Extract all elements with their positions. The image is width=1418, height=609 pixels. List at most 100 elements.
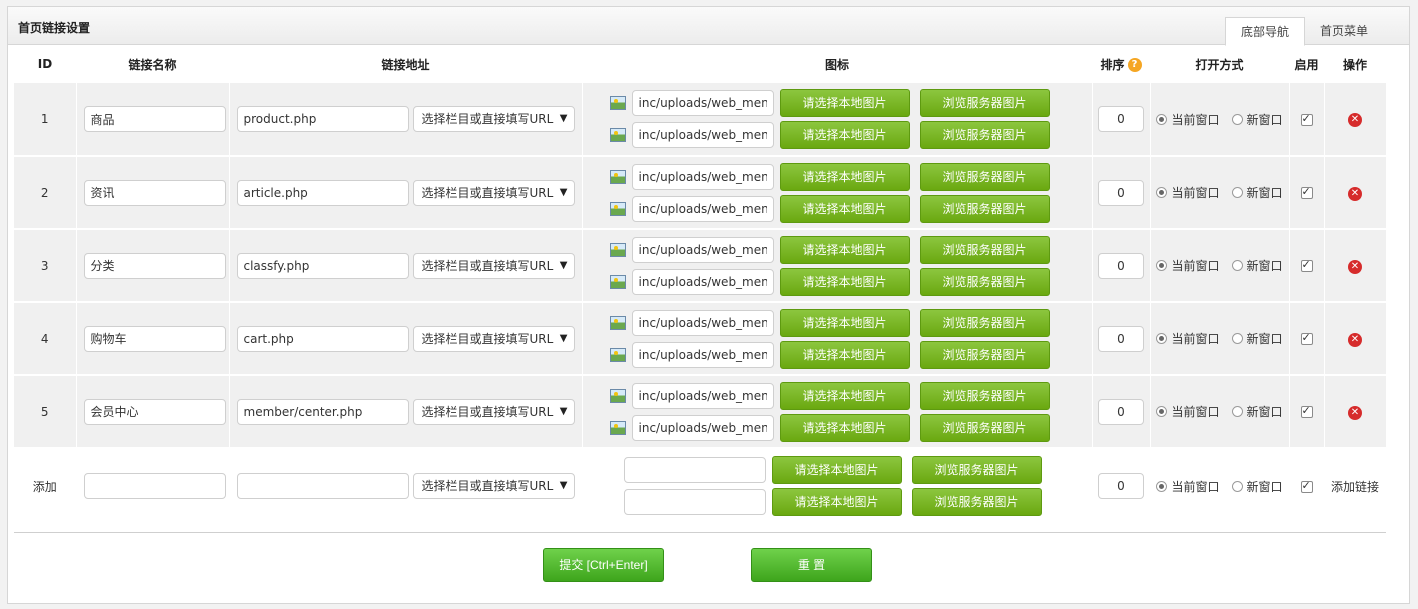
local-image-button[interactable]: 请选择本地图片 (779, 267, 910, 296)
sort-input[interactable] (1098, 252, 1144, 279)
delete-icon[interactable]: ✕ (1348, 405, 1362, 420)
new-url-select[interactable]: 选择栏目或直接填写URL ▼ (412, 473, 575, 499)
url-select[interactable]: 选择栏目或直接填写URL ▼ (412, 252, 575, 279)
chevron-down-icon: ▼ (559, 480, 568, 491)
enabled-checkbox[interactable] (1300, 258, 1313, 272)
server-image-button[interactable]: 浏览服务器图片 (919, 162, 1050, 191)
new-icon1-local-button[interactable]: 请选择本地图片 (771, 456, 902, 484)
new-window-radio[interactable] (1231, 113, 1243, 125)
new-window-radio[interactable] (1231, 333, 1243, 344)
icon-path-input[interactable] (631, 268, 774, 295)
icon-path-input[interactable] (631, 414, 774, 441)
enabled-checkbox[interactable] (1300, 404, 1313, 418)
link-name-input[interactable] (83, 398, 226, 425)
link-url-input[interactable] (236, 252, 409, 279)
link-name-input[interactable] (83, 325, 226, 352)
sort-input[interactable] (1098, 325, 1144, 352)
local-image-button[interactable]: 请选择本地图片 (779, 340, 910, 369)
new-icon1-input[interactable] (623, 457, 766, 483)
image-icon (609, 96, 626, 110)
local-image-button[interactable]: 请选择本地图片 (779, 89, 910, 117)
server-image-button[interactable]: 浏览服务器图片 (919, 340, 1050, 369)
link-name-input[interactable] (83, 179, 226, 206)
link-name-input[interactable] (83, 106, 226, 132)
link-url-input[interactable] (236, 106, 409, 132)
row-id: 5 (14, 375, 77, 449)
server-image-button[interactable]: 浏览服务器图片 (919, 308, 1050, 337)
icon-path-input[interactable] (631, 382, 774, 409)
url-select[interactable]: 选择栏目或直接填写URL ▼ (412, 179, 575, 206)
new-name-input[interactable] (83, 473, 226, 499)
help-icon[interactable]: ? (1127, 58, 1142, 72)
submit-button[interactable]: 提交 [Ctrl+Enter] (543, 548, 664, 582)
new-window-radio[interactable] (1231, 187, 1243, 198)
table-header: ID 链接名称 链接地址 图标 排序? 打开方式 启用 操作 (14, 45, 1386, 83)
enabled-checkbox[interactable] (1300, 185, 1313, 199)
icon-path-input[interactable] (631, 236, 774, 263)
new-window-radio[interactable] (1231, 406, 1243, 417)
new-icon2-server-button[interactable]: 浏览服务器图片 (911, 488, 1042, 516)
local-image-button[interactable]: 请选择本地图片 (779, 121, 910, 149)
delete-icon[interactable]: ✕ (1348, 332, 1362, 347)
new-icon2-local-button[interactable]: 请选择本地图片 (771, 488, 902, 516)
server-image-button[interactable]: 浏览服务器图片 (919, 381, 1050, 410)
tab-home-menu[interactable]: 首页菜单 (1305, 17, 1383, 46)
new-sort-input[interactable] (1098, 473, 1144, 499)
url-select[interactable]: 选择栏目或直接填写URL ▼ (412, 106, 575, 132)
icon-path-input[interactable] (631, 309, 774, 336)
new-new-window-radio[interactable] (1231, 480, 1243, 492)
image-icon (609, 274, 626, 289)
sort-input[interactable] (1098, 106, 1144, 132)
icon-path-input[interactable] (631, 163, 774, 190)
reset-button[interactable]: 重 置 (751, 548, 872, 582)
server-image-button[interactable]: 浏览服务器图片 (919, 194, 1050, 223)
delete-icon[interactable]: ✕ (1348, 113, 1362, 127)
sort-input[interactable] (1098, 179, 1144, 206)
current-window-radio[interactable] (1156, 187, 1168, 198)
new-current-window-radio[interactable] (1156, 480, 1168, 492)
local-image-button[interactable]: 请选择本地图片 (779, 308, 910, 337)
link-url-input[interactable] (236, 398, 409, 425)
current-window-radio[interactable] (1156, 406, 1168, 417)
icon-path-input[interactable] (631, 195, 774, 222)
new-icon2-input[interactable] (623, 489, 766, 515)
link-name-input[interactable] (83, 252, 226, 279)
server-image-button[interactable]: 浏览服务器图片 (919, 89, 1050, 117)
url-select[interactable]: 选择栏目或直接填写URL ▼ (412, 398, 575, 425)
icon-path-input[interactable] (631, 341, 774, 368)
server-image-button[interactable]: 浏览服务器图片 (919, 267, 1050, 296)
row-id: 4 (14, 302, 77, 376)
new-enabled-checkbox[interactable] (1300, 479, 1313, 493)
icon-path-input[interactable] (631, 122, 774, 148)
new-icon1-server-button[interactable]: 浏览服务器图片 (911, 456, 1042, 484)
sort-input[interactable] (1098, 398, 1144, 425)
enabled-checkbox[interactable] (1300, 331, 1313, 345)
chevron-down-icon: ▼ (559, 113, 568, 124)
local-image-button[interactable]: 请选择本地图片 (779, 413, 910, 442)
local-image-button[interactable]: 请选择本地图片 (779, 194, 910, 223)
server-image-button[interactable]: 浏览服务器图片 (919, 413, 1050, 442)
server-image-button[interactable]: 浏览服务器图片 (919, 235, 1050, 264)
enabled-checkbox[interactable] (1300, 112, 1313, 126)
row-id: 3 (14, 229, 77, 303)
col-icon: 图标 (824, 57, 849, 72)
add-link-text[interactable]: 添加链接 (1324, 448, 1387, 523)
delete-icon[interactable]: ✕ (1348, 259, 1362, 274)
local-image-button[interactable]: 请选择本地图片 (779, 235, 910, 264)
link-url-input[interactable] (236, 325, 409, 352)
tab-bottom-nav[interactable]: 底部导航 (1224, 17, 1305, 46)
local-image-button[interactable]: 请选择本地图片 (779, 162, 910, 191)
icon-path-input[interactable] (631, 90, 774, 116)
col-name: 链接名称 (128, 57, 177, 72)
link-url-input[interactable] (236, 179, 409, 206)
current-window-radio[interactable] (1156, 260, 1168, 271)
url-select[interactable]: 选择栏目或直接填写URL ▼ (412, 325, 575, 352)
new-url-input[interactable] (236, 473, 409, 499)
current-window-radio[interactable] (1156, 113, 1168, 125)
server-image-button[interactable]: 浏览服务器图片 (919, 121, 1050, 149)
local-image-button[interactable]: 请选择本地图片 (779, 381, 910, 410)
delete-icon[interactable]: ✕ (1348, 186, 1362, 201)
new-window-radio[interactable] (1231, 260, 1243, 271)
add-row: 添加 选择栏目或直接填写URL ▼ 请选择本地图片 浏览服务器图片 请选择本地图片浏… (14, 448, 1387, 523)
current-window-radio[interactable] (1156, 333, 1168, 344)
